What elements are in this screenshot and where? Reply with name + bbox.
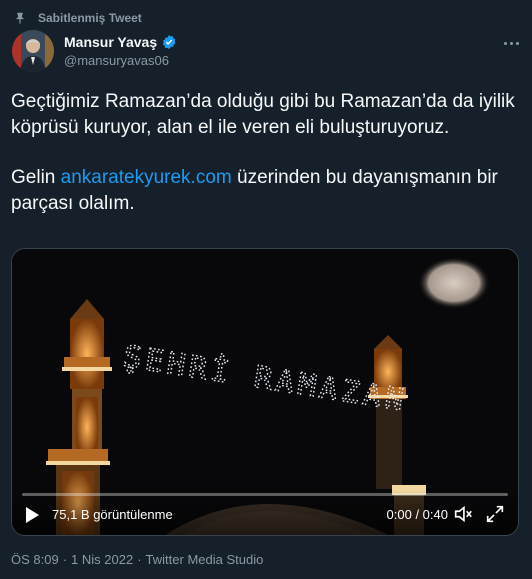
play-icon[interactable] <box>20 503 44 527</box>
tweet-time[interactable]: ÖS 8:09 <box>11 552 59 567</box>
author-name[interactable]: Mansur Yavaş <box>64 34 157 50</box>
more-options-icon[interactable] <box>500 34 522 52</box>
pin-icon <box>12 10 28 26</box>
pinned-label: Sabitlenmiş Tweet <box>38 11 142 25</box>
tweet-text: Geçtiğimiz Ramazan’da olduğu gibi bu Ram… <box>11 89 517 217</box>
volume-muted-icon[interactable] <box>452 503 474 525</box>
pinned-indicator: Sabitlenmiş Tweet <box>12 10 142 26</box>
video-time: 0:00 / 0:40 <box>386 507 448 522</box>
tweet-text-before-link: Gelin <box>11 167 61 188</box>
view-count: 75,1 B görüntülenme <box>52 507 173 522</box>
tweet-date[interactable]: 1 Nis 2022 <box>71 552 133 567</box>
fullscreen-icon[interactable] <box>484 503 506 525</box>
tweet-meta: ÖS 8:09 · 1 Nis 2022 · Twitter Media Studio <box>11 552 264 567</box>
video-progress-bar[interactable] <box>22 493 508 496</box>
tweet-link[interactable]: ankaratekyurek.com <box>61 167 232 188</box>
tweet-source[interactable]: Twitter Media Studio <box>146 552 264 567</box>
avatar[interactable] <box>12 30 54 72</box>
tweet-paragraph-1: Geçtiğimiz Ramazan’da olduğu gibi bu Ram… <box>11 91 515 138</box>
tweet-paragraph-2: Gelin ankaratekyurek.com üzerinden bu da… <box>11 165 517 217</box>
author-info[interactable]: Mansur Yavaş @mansuryavas06 <box>64 33 177 68</box>
drone-light-text: ŞEHRİ RAMAZAN <box>121 338 410 418</box>
verified-badge-icon <box>161 34 177 50</box>
author-handle[interactable]: @mansuryavas06 <box>64 53 177 68</box>
video-controls: 75,1 B görüntülenme 0:00 / 0:40 <box>12 489 518 535</box>
video-player[interactable]: ŞEHRİ RAMAZAN 75,1 B görüntülenme 0:00 /… <box>11 248 519 536</box>
